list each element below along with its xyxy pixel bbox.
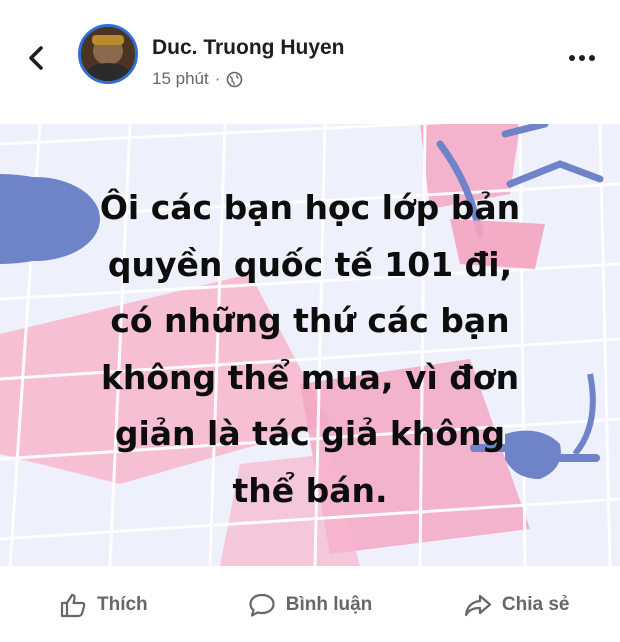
thumbs-up-icon (60, 593, 86, 618)
comment-button[interactable]: Bình luận (207, 575, 414, 635)
more-options-button[interactable] (566, 50, 598, 66)
comment-label: Bình luận (285, 594, 373, 615)
author-name[interactable]: Duc. Truong Huyen (152, 36, 345, 60)
post-actions: Thích Bình luận Chia sẻ (0, 575, 620, 635)
share-button[interactable]: Chia sẻ (413, 575, 620, 635)
more-horizontal-icon (569, 55, 595, 61)
post-text: Ôi các bạn học lớp bản quyền quốc tế 101… (99, 188, 521, 510)
chevron-left-icon (29, 46, 43, 70)
share-icon (464, 594, 491, 617)
post-meta: 15 phút · (152, 69, 243, 89)
avatar[interactable] (78, 24, 138, 84)
share-label: Chia sẻ (501, 594, 570, 615)
post-timestamp[interactable]: 15 phút (152, 69, 209, 89)
post-content[interactable]: Ôi các bạn học lớp bản quyền quốc tế 101… (0, 124, 620, 566)
globe-icon (227, 71, 243, 87)
like-button[interactable]: Thích (0, 575, 207, 635)
like-label: Thích (97, 594, 148, 615)
back-button[interactable] (22, 40, 52, 76)
post-header: Duc. Truong Huyen 15 phút · (0, 0, 620, 118)
comment-icon (249, 593, 275, 617)
meta-separator: · (214, 69, 221, 88)
